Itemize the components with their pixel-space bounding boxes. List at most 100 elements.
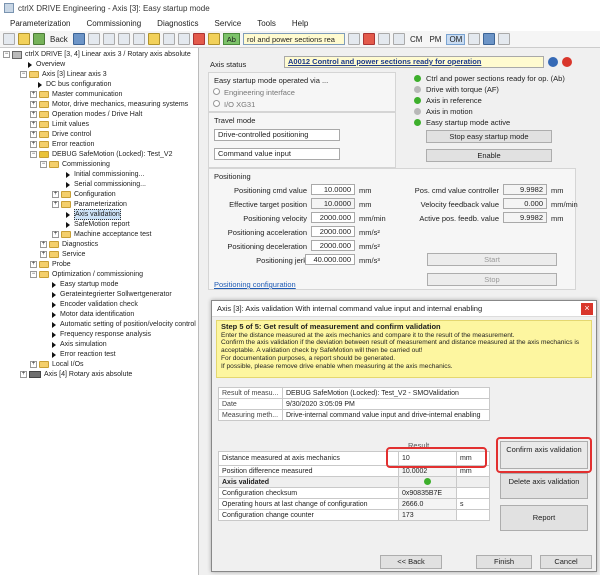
expand-icon[interactable]: + <box>30 131 37 138</box>
menu-diagnostics[interactable]: Diagnostics <box>149 19 206 28</box>
menu-commissioning[interactable]: Commissioning <box>78 19 149 28</box>
tree-item-motor[interactable]: + Motor, drive mechanics, measuring syste… <box>30 100 188 109</box>
error-reset-icon[interactable] <box>362 33 375 45</box>
expand-icon[interactable]: + <box>30 361 37 368</box>
tree-item-configuration[interactable]: + Configuration <box>52 190 116 199</box>
tree-item-probe[interactable]: + Probe <box>30 260 71 269</box>
tree-item-easy-startup[interactable]: Easy startup mode <box>52 280 118 289</box>
menu-parameterization[interactable]: Parameterization <box>2 19 78 28</box>
stop-icon[interactable] <box>192 33 205 45</box>
dropdown-icon[interactable] <box>377 33 390 45</box>
enable-button[interactable]: Enable <box>426 149 552 162</box>
pos-cmd-input[interactable]: 10.0000 <box>311 184 355 195</box>
tree-item-operation-modes[interactable]: + Operation modes / Drive Halt <box>30 110 142 119</box>
expand-icon[interactable]: + <box>30 101 37 108</box>
menu-help[interactable]: Help <box>284 19 316 28</box>
delete-validation-button[interactable]: Delete axis validation <box>500 473 588 499</box>
expand-icon[interactable]: + <box>52 201 59 208</box>
tree-item-local-ios[interactable]: + Local I/Os <box>30 360 84 369</box>
expand-icon[interactable]: + <box>30 261 37 268</box>
parameter-icon[interactable] <box>162 33 175 45</box>
monitor-icon[interactable] <box>483 33 496 45</box>
tree-item-limit-values[interactable]: + Limit values <box>30 120 89 129</box>
travel-mode-select[interactable]: Drive-controlled positioning <box>214 129 340 141</box>
collapse-icon[interactable]: − <box>3 51 10 58</box>
cm-mode-button[interactable]: CM <box>408 35 424 44</box>
tree-root[interactable]: − ctrlX DRIVE [3, 4] Linear axis 3 / Rot… <box>3 50 191 59</box>
tree-item-axis-validation[interactable]: Axis validation <box>66 209 121 220</box>
tree-item-commissioning[interactable]: − Commissioning <box>40 160 110 169</box>
expand-icon[interactable]: + <box>40 251 47 258</box>
tree-item-axis3[interactable]: − Axis [3] Linear axis 3 <box>20 70 107 79</box>
tree-item-master-comm[interactable]: + Master communication <box>30 90 122 99</box>
pos-deceleration-input[interactable]: 2000.000 <box>311 240 355 251</box>
collapse-icon[interactable]: − <box>30 271 37 278</box>
scope-icon[interactable] <box>392 33 405 45</box>
stop-easy-startup-button[interactable]: Stop easy startup mode <box>426 130 552 143</box>
command-input-select[interactable]: Command value input <box>214 148 340 160</box>
tree-item-safemotion-report[interactable]: SafeMotion report <box>66 220 130 229</box>
menu-tools[interactable]: Tools <box>249 19 284 28</box>
expand-icon[interactable]: + <box>20 371 27 378</box>
expand-icon[interactable]: + <box>52 191 59 198</box>
expand-icon[interactable]: + <box>52 231 59 238</box>
collapse-icon[interactable]: − <box>30 151 37 158</box>
tree-item-axis4[interactable]: + Axis [4] Rotary axis absolute <box>20 370 132 379</box>
tree-item-parameterization[interactable]: + Parameterization <box>52 200 127 209</box>
stop-button[interactable]: Stop <box>427 273 557 286</box>
tree-item-service[interactable]: + Service <box>40 250 85 259</box>
positioning-configuration-link[interactable]: Positioning configuration <box>214 280 296 289</box>
expand-icon[interactable]: + <box>30 91 37 98</box>
tree-item-overview[interactable]: Overview <box>28 60 65 69</box>
om-mode-button[interactable]: OM <box>446 33 466 45</box>
network-icon[interactable] <box>117 33 130 45</box>
cancel-button[interactable]: Cancel <box>540 555 592 569</box>
up-icon[interactable] <box>87 33 100 45</box>
home-icon[interactable] <box>18 33 30 45</box>
tree-item-error-reaction[interactable]: + Error reaction <box>30 140 94 149</box>
back-icon[interactable] <box>33 33 45 45</box>
menu-service[interactable]: Service <box>207 19 250 28</box>
close-icon[interactable]: × <box>581 303 593 315</box>
info-icon[interactable] <box>548 57 558 67</box>
collapse-icon[interactable]: − <box>20 71 27 78</box>
tree-item-machine-acceptance[interactable]: + Machine acceptance test <box>52 230 151 239</box>
copy-icon[interactable] <box>132 33 145 45</box>
report-button[interactable]: Report <box>500 505 588 531</box>
lock-icon[interactable] <box>207 33 220 45</box>
print-icon[interactable] <box>102 33 115 45</box>
back-button[interactable]: << Back <box>380 555 442 569</box>
start-button[interactable]: Start <box>427 253 557 266</box>
pos-velocity-input[interactable]: 2000.000 <box>311 212 355 223</box>
pos-acceleration-input[interactable]: 2000.000 <box>311 226 355 237</box>
ab-status-button[interactable]: Ab <box>222 33 240 45</box>
forward-icon[interactable] <box>72 33 85 45</box>
tree-item-initial-commissioning[interactable]: Initial commissioning... <box>66 170 144 179</box>
tree-item-encoder-validation[interactable]: Encoder validation check <box>52 300 138 309</box>
grid-icon[interactable] <box>468 33 481 45</box>
tree-item-diagnostics[interactable]: + Diagnostics <box>40 240 98 249</box>
expand-icon[interactable]: + <box>30 121 37 128</box>
pm-mode-button[interactable]: PM <box>427 35 443 44</box>
expand-icon[interactable]: + <box>30 141 37 148</box>
tree-item-drive-control[interactable]: + Drive control <box>30 130 91 139</box>
tree-item-safemotion[interactable]: − DEBUG SafeMotion (Locked): Test_V2 <box>30 150 172 159</box>
list-icon[interactable] <box>177 33 190 45</box>
star-icon[interactable] <box>147 33 160 45</box>
expand-icon[interactable]: + <box>30 111 37 118</box>
collapse-icon[interactable]: − <box>40 161 47 168</box>
new-icon[interactable] <box>3 33 15 45</box>
tree-item-auto-setting[interactable]: Automatic setting of position/velocity c… <box>52 320 196 329</box>
tree-item-dc-bus[interactable]: DC bus configuration <box>38 80 111 89</box>
tree-item-optimization[interactable]: − Optimization / commissioning <box>30 270 143 279</box>
radio-io[interactable] <box>213 100 220 107</box>
pos-jerk-input[interactable]: 40.000.000 <box>305 254 355 265</box>
error-icon[interactable] <box>562 57 572 67</box>
back-button[interactable]: Back <box>48 35 70 44</box>
tree-item-axis-simulation[interactable]: Axis simulation <box>52 340 107 349</box>
tree-item-serial-commissioning[interactable]: Serial commissioning... <box>66 180 146 189</box>
tree-item-sollwertgenerator[interactable]: Gerateintegrierter Sollwertgenerator <box>52 290 172 299</box>
tree-item-error-reaction-test[interactable]: Error reaction test <box>52 350 116 359</box>
tree-item-motor-data[interactable]: Motor data identification <box>52 310 134 319</box>
radio-engineering[interactable] <box>213 88 220 95</box>
